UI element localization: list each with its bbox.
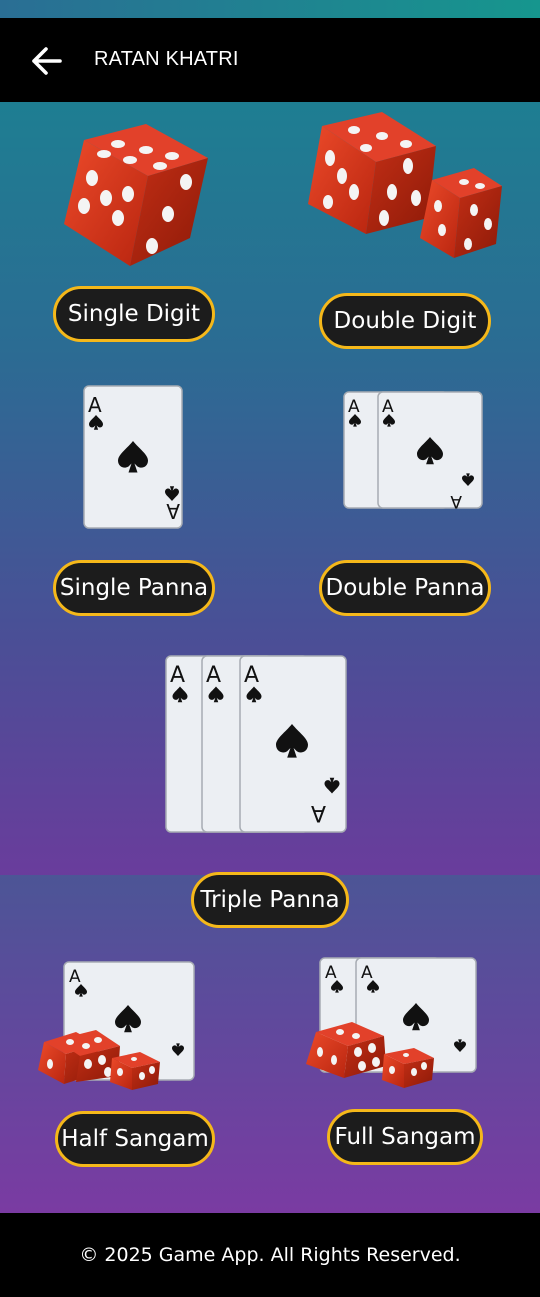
footer-copyright: © 2025 Game App. All Rights Reserved.	[0, 1213, 540, 1297]
one-ace-card-icon[interactable]: A A	[82, 384, 186, 532]
card-rank-label: A	[348, 397, 360, 417]
card-and-dice-icon[interactable]: A	[36, 960, 200, 1090]
triple-panna-button[interactable]: Triple Panna	[191, 872, 349, 928]
card-rank-label: A	[244, 663, 259, 688]
card-rank-label: A	[166, 499, 180, 523]
card-rank-label: A	[311, 800, 326, 825]
page-title: RATAN KHATRI	[94, 48, 239, 70]
card-rank-label: A	[88, 393, 102, 417]
card-rank-label: A	[382, 397, 394, 417]
arrow-left-icon[interactable]	[26, 42, 64, 80]
single-digit-button[interactable]: Single Digit	[53, 286, 215, 342]
card-rank-label: A	[69, 967, 81, 987]
card-rank-label: A	[325, 963, 337, 983]
game-grid: Single Digit Double Digit A A Single Pan…	[0, 102, 540, 1213]
single-die-icon[interactable]	[58, 114, 214, 274]
single-panna-button[interactable]: Single Panna	[53, 560, 215, 616]
half-sangam-button[interactable]: Half Sangam	[55, 1111, 215, 1167]
double-panna-button[interactable]: Double Panna	[319, 560, 491, 616]
app-bar: RATAN KHATRI	[0, 18, 540, 102]
two-ace-cards-icon[interactable]: A A A	[342, 390, 486, 512]
status-bar	[0, 0, 540, 18]
double-digit-button[interactable]: Double Digit	[319, 293, 491, 349]
two-dice-icon[interactable]	[304, 106, 504, 266]
three-ace-cards-icon[interactable]: A A A A	[164, 654, 350, 834]
card-rank-label: A	[361, 963, 373, 983]
card-rank-label: A	[170, 663, 185, 688]
card-rank-label: A	[206, 663, 221, 688]
cards-and-dice-icon[interactable]: A A	[300, 956, 480, 1088]
card-rank-label: A	[450, 491, 462, 511]
full-sangam-button[interactable]: Full Sangam	[327, 1109, 483, 1165]
